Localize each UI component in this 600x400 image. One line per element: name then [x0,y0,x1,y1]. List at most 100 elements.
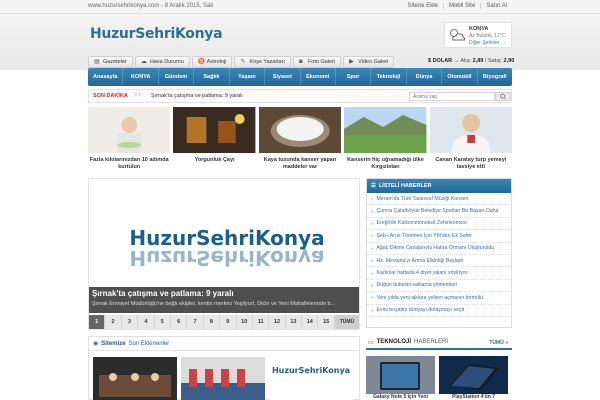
featured-thumbs: Fazla kilolarınızdan 10 adımda kurtulun … [88,107,513,173]
pager-page[interactable]: 2 [105,315,122,329]
subnav-weather[interactable]: ☁ Hava Durumu [134,56,190,68]
nav-technology[interactable]: Teknoloji [371,68,407,86]
weather-condition: Az Bulutlu, 11°C [469,33,506,39]
nav-economy[interactable]: Ekonomi [301,68,336,86]
thumb-card[interactable]: Kanserin hiç uğramadığı ülke Kırgızistan [344,107,427,173]
bullet-icon: » [371,307,374,313]
site-logo[interactable]: HuzurSehriKonya [90,26,223,42]
nav-sports[interactable]: Spor [336,68,372,86]
thumb-caption: Kaya tuzunda kanser yapan maddeler var [263,157,337,170]
subnav-newspapers[interactable]: ▤ Gazeteler [88,56,133,68]
pager-page[interactable]: 14 [302,315,319,329]
pager-page[interactable]: 12 [269,315,286,329]
bullet-icon: » [371,245,374,251]
thumb-caption: Kanserin hiç uğramadığı ülke Kırgızistan [347,157,424,170]
nav-life[interactable]: Yaşam [230,68,266,86]
pager-page[interactable]: 11 [253,315,270,329]
top-bar: www.huzursehrikonya.com - 8 Aralık 2015,… [0,0,600,14]
nav-home[interactable]: Anasayfa [88,68,124,86]
site-date: www.huzursehrikonya.com - 8 Aralık 2015,… [88,3,214,9]
bullet-icon: » [371,233,374,239]
tech-image[interactable] [439,356,508,394]
tech-image[interactable] [366,356,435,394]
tech-all-link[interactable]: TÜMÜ » [489,340,508,346]
list-item[interactable]: » Ereğli'de Karbonmonoksit Zehirlenmesi [367,218,511,231]
pager-all-button[interactable]: TÜMÜ [334,315,359,329]
thumb-card[interactable]: Yorgunluk Çayı [173,107,256,173]
slider-title[interactable]: Şırnak'ta çatışma ve patlama: 9 yaralı [92,289,234,298]
tech-caption[interactable]: Galaxy Note 5 için Yeni [366,394,435,400]
subnav-columnists[interactable]: ✎ Köşe Yazarları [234,56,291,68]
pager-page[interactable]: 9 [220,315,237,329]
pager-page[interactable]: 15 [318,315,335,329]
pager-page[interactable]: 10 [237,315,253,329]
pager-page[interactable]: 7 [187,315,204,329]
nav-world[interactable]: Dünya [407,68,443,86]
pager-page[interactable]: 5 [155,315,171,329]
list-item[interactable]: » Evini boşaltıp dünyayı dolaşmayı seçti [367,305,511,317]
thumb-card[interactable]: Kaya tuzunda kanser yapan maddeler var [258,107,342,173]
pager-page[interactable]: 6 [171,315,188,329]
thumb-card[interactable]: Canan Karatay turp yemeyi tavsiye etti [429,107,513,173]
pager-page[interactable]: 1 [89,315,106,329]
subnav-video-gallery[interactable]: ▶ Video Galeri [343,56,395,68]
thumb-image [429,107,513,153]
other-cities-link[interactable]: Diğer Şehirler → [469,40,506,46]
weather-city: KONYA [469,26,489,32]
search-icon [500,93,506,100]
list-item[interactable]: » Yeni yılda yeni ajklara yelken açmanın … [367,292,511,305]
weather-widget[interactable]: KONYA Az Bulutlu, 11°C Diğer Şehirler → [444,22,512,48]
list-item[interactable]: » Ağaç Dikme Cezalarıyla Hatıra Ormanı Ol… [367,243,511,255]
tech-caption[interactable]: PlayStation 4'ün 7 [439,394,508,400]
pager-page[interactable]: 3 [122,315,139,329]
thumb-caption: Yorgunluk Çayı [194,157,235,163]
nav-politics[interactable]: Siyaset [265,68,301,86]
bullet-icon: » [371,295,374,301]
recent-image[interactable]: HuzurSehriKonya [269,357,353,400]
thumb-card[interactable]: Fazla kilolarınızdan 10 adımda kurtulun [88,107,171,173]
nav-auto[interactable]: Otomobil [442,68,478,86]
mobile-site-link[interactable]: Mobil Site [442,3,480,9]
nav-agenda[interactable]: Gündem [159,68,195,86]
pager-page[interactable]: 13 [286,315,303,329]
search-button[interactable] [495,92,511,101]
bullet-icon: » [371,196,374,202]
list-item[interactable]: » Düğün bukelini saklama yöntemleri [367,280,511,293]
thumb-caption: Canan Karatay turp yemeyi tavsiye etti [435,157,507,170]
video-icon: ▶ [349,59,354,65]
listed-news-header: ☰ LİSTELİ HABERLER [367,179,511,193]
add-to-site-link[interactable]: Sitene Ekle [403,3,443,9]
recent-image[interactable] [181,357,265,400]
subnav-astrology[interactable]: ♉ Astroloji [191,56,233,68]
nav-health[interactable]: Sağlık [194,68,230,86]
currency-rate: $ DOLAR → Alış: 2,89 / Satış: 2,90 [428,58,515,64]
breaking-news-bar: SON DAKİKA ‹ › Şırnak'ta çatışma ve patl… [88,89,512,103]
pager-page[interactable]: 8 [204,315,221,329]
buy-link[interactable]: Satın Al [480,3,512,9]
bullet-icon: » [371,270,374,276]
headline-slider[interactable]: HuzurSehriKonya HuzurSehriKonya Şırnak't… [88,178,360,330]
astrology-icon: ♉ [197,59,206,65]
thumb-caption: Fazla kilolarınızdan 10 adımda kurtulun [89,157,169,170]
search-input[interactable] [409,92,495,101]
pager-page[interactable]: 4 [138,315,155,329]
nav-konya[interactable]: KONYA [123,68,159,86]
thumb-image [88,107,171,153]
recent-images: HuzurSehriKonya [93,357,353,400]
tech-images [366,356,512,394]
list-icon: ☰ [371,183,376,189]
subnav-photo-gallery[interactable]: ◙ Foto Galeri [292,56,342,68]
svg-text:HuzurSehriKonya: HuzurSehriKonya [272,366,350,375]
list-item[interactable]: » Şeb-i Arus Törenleri İçin Yht'den Ek Se… [367,230,511,243]
list-item[interactable]: » Çumra Çatalhöyük Belediye Sporları Bir … [367,205,511,218]
recent-image[interactable] [93,357,177,400]
breaking-nav-icon[interactable]: ‹ › [135,92,141,98]
camera-icon: ◙ [298,59,303,65]
thumb-image [258,107,342,153]
list-item[interactable]: » Meram'da Türk Tasavvuf Müziği Konseri [367,193,511,206]
list-item[interactable]: » Hz. Mevlana'yı Anma Etkinliği Başladı [367,255,511,268]
nav-biography[interactable]: Biyografi [478,68,512,86]
list-item[interactable]: » Kadınlar haftada 4 diyet yalanı söylüyo… [367,267,511,280]
breaking-headline[interactable]: Şırnak'ta çatışma ve patlama: 9 yaralı [151,93,243,99]
sub-navigation: ▤ Gazeteler ☁ Hava Durumu ♉ Astroloji ✎ Köşe… [88,56,395,68]
